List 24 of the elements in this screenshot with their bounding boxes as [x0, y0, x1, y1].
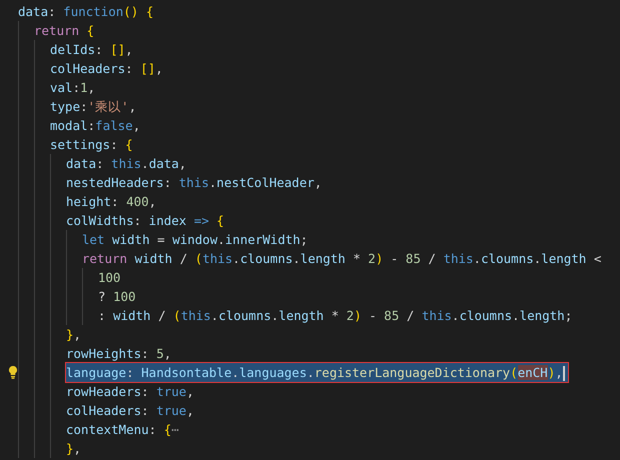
code-line: 100: [98, 269, 121, 287]
code-line: colHeaders: [],: [50, 60, 163, 78]
code-line: nestedHeaders: this.nestColHeader,: [66, 174, 322, 192]
code-line: modal:false,: [50, 117, 140, 135]
code-line: rowHeaders: true,: [66, 383, 194, 401]
code-line: height: 400,: [66, 193, 156, 211]
code-line: rowHeights: 5,: [66, 345, 172, 363]
code-line: data: this.data,: [66, 155, 186, 173]
code-line: delIds: [],: [50, 41, 133, 59]
code-line: type:'乘以',: [50, 98, 136, 116]
code-line: colHeaders: true,: [66, 402, 194, 420]
code-line: let width = window.innerWidth;: [82, 231, 308, 249]
code-line: data: function() {: [18, 3, 154, 21]
code-line: },: [66, 440, 82, 458]
lightbulb-icon[interactable]: [8, 365, 18, 379]
code-line: ? 100: [98, 288, 136, 306]
code-line: colWidths: index => {: [66, 212, 224, 230]
code-line: settings: {: [50, 136, 133, 154]
code-line: : width / (this.cloumns.length * 2) - 85 / this.cloumns.length;: [98, 307, 572, 325]
code-line: },: [66, 326, 82, 344]
code-line: return width / (this.cloumns.length * 2) - 85 / this.cloumns.length <: [82, 250, 602, 268]
code-line: contextMenu: {⋯: [66, 421, 179, 439]
code-line: return {: [34, 22, 94, 40]
code-line: val:1,: [50, 79, 96, 97]
